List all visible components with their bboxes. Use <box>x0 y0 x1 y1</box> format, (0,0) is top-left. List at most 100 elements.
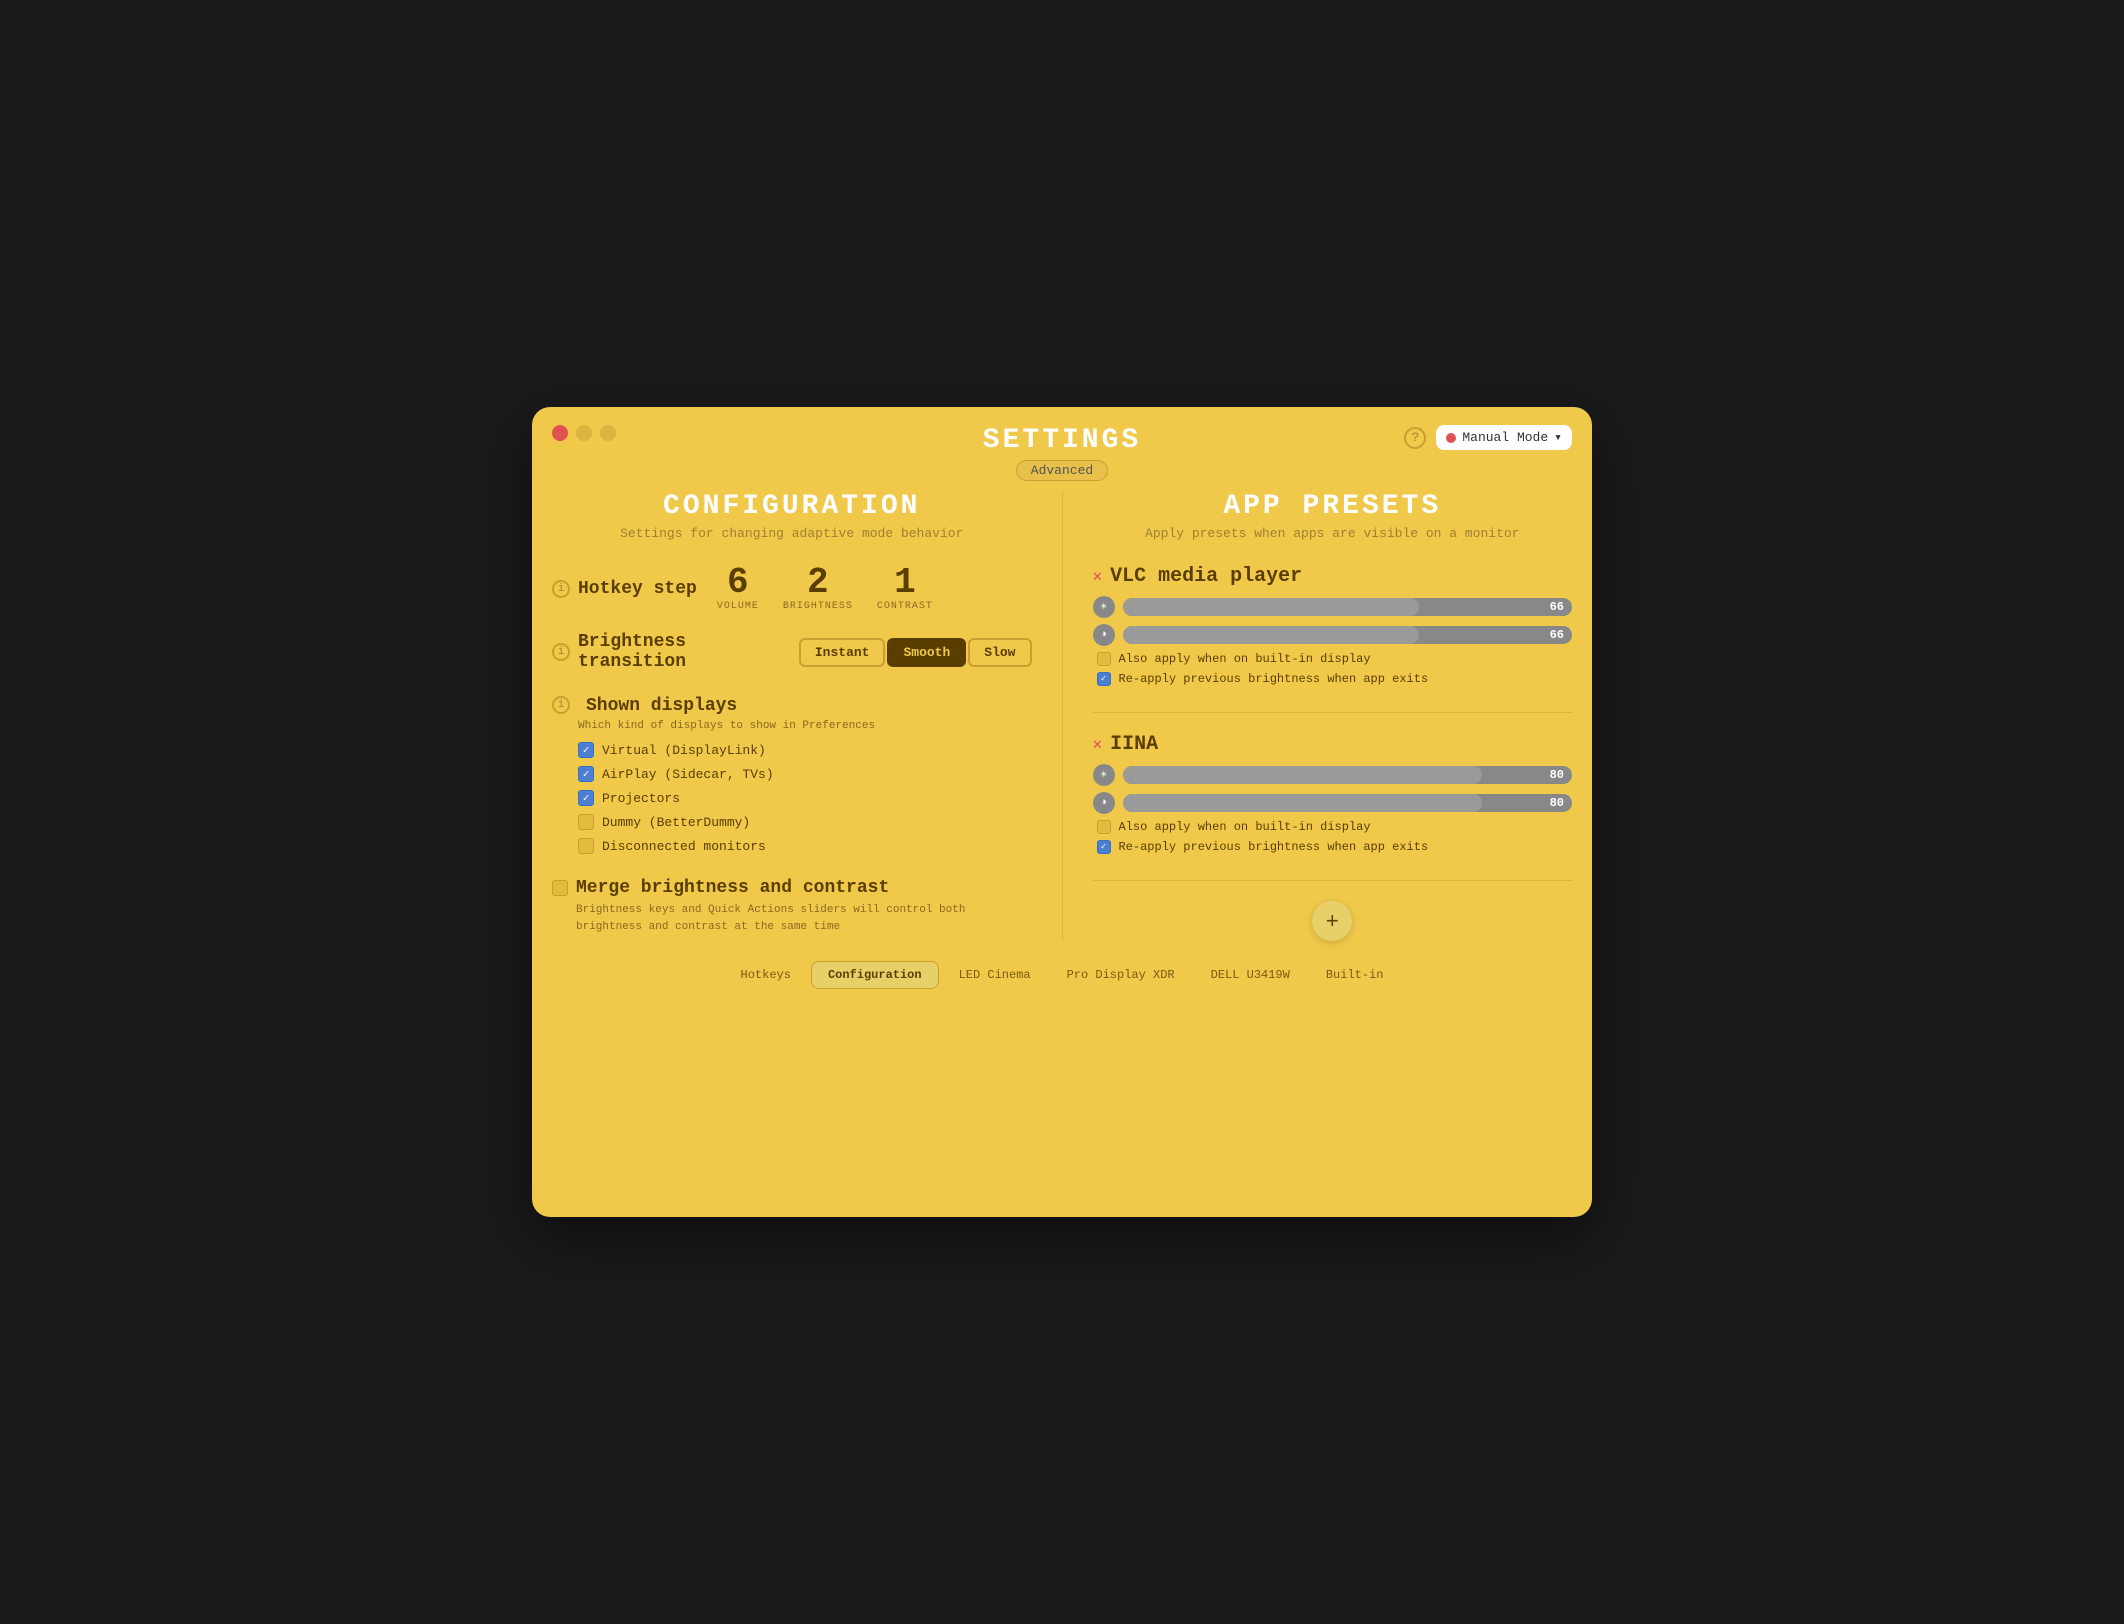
vlc-reapply-label: Re-apply previous brightness when app ex… <box>1119 672 1429 686</box>
iina-also-apply-checkbox[interactable] <box>1097 820 1111 834</box>
title-section: SETTINGS Advanced <box>983 425 1141 481</box>
add-icon: + <box>1326 908 1339 934</box>
config-subtitle: Settings for changing adaptive mode beha… <box>552 526 1032 541</box>
right-panel: APP PRESETS Apply presets when apps are … <box>1063 491 1573 941</box>
tab-led-cinema[interactable]: LED Cinema <box>943 961 1047 989</box>
iina-brightness-value: 80 <box>1550 768 1564 782</box>
transition-slow[interactable]: Slow <box>968 638 1031 667</box>
app-preset-iina: ✕ IINA ☀ 80 ◑ 80 <box>1093 733 1573 881</box>
iina-contrast-track[interactable]: 80 <box>1123 794 1573 812</box>
vlc-reapply-row: ✓ Re-apply previous brightness when app … <box>1097 672 1573 686</box>
iina-remove-btn[interactable]: ✕ <box>1093 737 1103 753</box>
transition-instant[interactable]: Instant <box>799 638 886 667</box>
presets-subtitle: Apply presets when apps are visible on a… <box>1093 526 1573 541</box>
transition-smooth[interactable]: Smooth <box>887 638 966 667</box>
merge-checkbox-input[interactable] <box>552 880 568 896</box>
checkbox-disconnected-label: Disconnected monitors <box>602 839 766 854</box>
checkbox-dummy: Dummy (BetterDummy) <box>578 814 1032 830</box>
minimize-button[interactable] <box>576 425 592 441</box>
hotkey-contrast-label: CONTRAST <box>877 601 933 612</box>
iina-brightness-row: ☀ 80 <box>1093 764 1573 786</box>
transition-buttons: Instant Smooth Slow <box>799 638 1032 667</box>
left-panel: CONFIGURATION Settings for changing adap… <box>552 491 1063 941</box>
vlc-brightness-value: 66 <box>1550 600 1564 614</box>
presets-title: APP PRESETS <box>1093 491 1573 522</box>
vlc-brightness-icon: ☀ <box>1093 596 1115 618</box>
shown-displays-title: Shown displays <box>586 696 737 716</box>
dropdown-arrow: ▾ <box>1554 430 1562 445</box>
merge-title-row: Merge brightness and contrast <box>552 878 1032 898</box>
tab-hotkeys[interactable]: Hotkeys <box>725 961 807 989</box>
checkbox-disconnected: Disconnected monitors <box>578 838 1032 854</box>
tab-dell-u3419w[interactable]: DELL U3419W <box>1195 961 1306 989</box>
vlc-contrast-icon: ◑ <box>1093 624 1115 646</box>
checkbox-dummy-input[interactable] <box>578 814 594 830</box>
checkbox-airplay-input[interactable]: ✓ <box>578 766 594 782</box>
hotkey-brightness-label: BRIGHTNESS <box>783 601 853 612</box>
hotkey-step-row: i Hotkey step 6 VOLUME 2 BRIGHTNESS 1 CO… <box>552 565 1032 612</box>
iina-contrast-row: ◑ 80 <box>1093 792 1573 814</box>
app-preset-vlc: ✕ VLC media player ☀ 66 ◑ 66 <box>1093 565 1573 713</box>
vlc-brightness-fill <box>1123 598 1420 616</box>
vlc-header: ✕ VLC media player <box>1093 565 1573 588</box>
vlc-contrast-track[interactable]: 66 <box>1123 626 1573 644</box>
iina-brightness-icon: ☀ <box>1093 764 1115 786</box>
checkbox-virtual-input[interactable]: ✓ <box>578 742 594 758</box>
iina-contrast-value: 80 <box>1550 796 1564 810</box>
hotkey-volume-number: 6 <box>727 565 749 601</box>
vlc-also-apply-label: Also apply when on built-in display <box>1119 652 1371 666</box>
checkbox-virtual: ✓ Virtual (DisplayLink) <box>578 742 1032 758</box>
help-icon[interactable]: ? <box>1404 427 1426 449</box>
brightness-info-icon[interactable]: i <box>552 643 570 661</box>
merge-title: Merge brightness and contrast <box>576 878 889 898</box>
iina-also-apply-label: Also apply when on built-in display <box>1119 820 1371 834</box>
header-right: ? Manual Mode ▾ <box>1404 425 1572 450</box>
vlc-contrast-value: 66 <box>1550 628 1564 642</box>
vlc-brightness-track[interactable]: 66 <box>1123 598 1573 616</box>
iina-contrast-icon: ◑ <box>1093 792 1115 814</box>
vlc-reapply-checkbox[interactable]: ✓ <box>1097 672 1111 686</box>
merge-subtitle: Brightness keys and Quick Actions slider… <box>576 902 1032 935</box>
tab-configuration[interactable]: Configuration <box>811 961 939 989</box>
vlc-brightness-row: ☀ 66 <box>1093 596 1573 618</box>
iina-also-apply-row: Also apply when on built-in display <box>1097 820 1573 834</box>
hotkey-brightness-number: 2 <box>807 565 829 601</box>
vlc-also-apply-checkbox[interactable] <box>1097 652 1111 666</box>
close-button[interactable] <box>552 425 568 441</box>
main-content: CONFIGURATION Settings for changing adap… <box>532 491 1592 941</box>
checkbox-projectors: ✓ Projectors <box>578 790 1032 806</box>
add-preset-button[interactable]: + <box>1312 901 1352 941</box>
vlc-remove-btn[interactable]: ✕ <box>1093 569 1103 585</box>
hotkey-info-icon[interactable]: i <box>552 580 570 598</box>
mode-dot <box>1446 433 1456 443</box>
tab-built-in[interactable]: Built-in <box>1310 961 1400 989</box>
brightness-transition-label: Brightness transition <box>578 632 779 672</box>
shown-displays-title-row: i Shown displays <box>552 696 1032 716</box>
checkbox-disconnected-input[interactable] <box>578 838 594 854</box>
checkbox-virtual-label: Virtual (DisplayLink) <box>602 743 766 758</box>
vlc-name: VLC media player <box>1110 565 1302 588</box>
hotkey-values: 6 VOLUME 2 BRIGHTNESS 1 CONTRAST <box>717 565 933 612</box>
titlebar: SETTINGS Advanced ? Manual Mode ▾ <box>532 407 1592 481</box>
advanced-badge: Advanced <box>1016 460 1108 481</box>
tab-pro-display-xdr[interactable]: Pro Display XDR <box>1051 961 1191 989</box>
mode-dropdown[interactable]: Manual Mode ▾ <box>1436 425 1572 450</box>
bottom-tabs: Hotkeys Configuration LED Cinema Pro Dis… <box>532 961 1592 989</box>
settings-window: SETTINGS Advanced ? Manual Mode ▾ CONFIG… <box>532 407 1592 1217</box>
iina-reapply-checkbox[interactable]: ✓ <box>1097 840 1111 854</box>
iina-reapply-row: ✓ Re-apply previous brightness when app … <box>1097 840 1573 854</box>
add-btn-row: + <box>1093 901 1573 941</box>
config-title: CONFIGURATION <box>552 491 1032 522</box>
shown-displays-section: i Shown displays Which kind of displays … <box>552 696 1032 854</box>
iina-brightness-track[interactable]: 80 <box>1123 766 1573 784</box>
iina-brightness-fill <box>1123 766 1483 784</box>
maximize-button[interactable] <box>600 425 616 441</box>
checkbox-projectors-input[interactable]: ✓ <box>578 790 594 806</box>
iina-contrast-fill <box>1123 794 1483 812</box>
checkbox-projectors-label: Projectors <box>602 791 680 806</box>
hotkey-brightness: 2 BRIGHTNESS <box>783 565 853 612</box>
hotkey-step-label: Hotkey step <box>578 579 697 599</box>
vlc-contrast-row: ◑ 66 <box>1093 624 1573 646</box>
shown-displays-info-icon[interactable]: i <box>552 696 570 714</box>
hotkey-volume-label: VOLUME <box>717 601 759 612</box>
